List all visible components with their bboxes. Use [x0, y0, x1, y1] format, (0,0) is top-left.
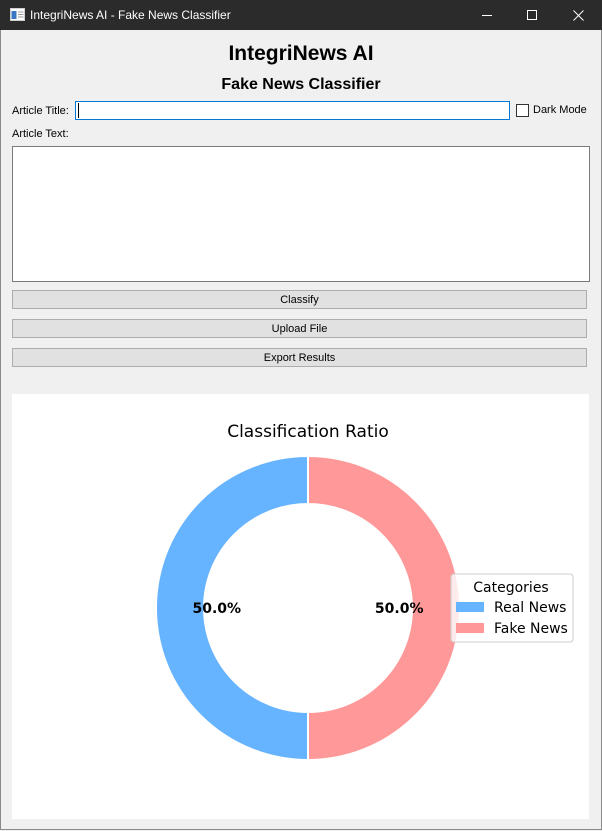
classification-chart: Classification Ratio 50.0% 50.0% Categori… — [155, 422, 574, 762]
chart-legend: Categories Real News Fake News — [450, 573, 574, 643]
export-results-button[interactable]: Export Results — [12, 348, 587, 367]
legend-label: Fake News — [494, 621, 568, 637]
slice-labels: 50.0% 50.0% — [193, 601, 424, 617]
title-bar: IntegriNews AI - Fake News Classifier — [0, 0, 602, 30]
close-icon — [572, 9, 584, 21]
maximize-button[interactable] — [509, 0, 555, 30]
slice-label: 50.0% — [193, 601, 242, 617]
article-text-label: Article Text: — [12, 128, 69, 140]
article-text-area[interactable] — [12, 146, 590, 282]
maximize-icon — [527, 10, 537, 20]
article-title-input[interactable] — [75, 101, 510, 120]
chart-panel: Classification Ratio 50.0% 50.0% Categori… — [12, 394, 589, 819]
dark-mode-checkbox[interactable] — [516, 104, 529, 117]
close-button[interactable] — [555, 0, 601, 30]
legend-label: Real News — [494, 600, 566, 616]
legend-title: Categories — [473, 580, 548, 596]
legend-swatch — [456, 623, 484, 633]
article-title-label: Article Title: — [12, 105, 69, 117]
minimize-icon — [482, 15, 492, 16]
text-caret — [78, 103, 79, 118]
minimize-button[interactable] — [464, 0, 510, 30]
app-title: IntegriNews AI — [228, 42, 374, 65]
app-icon — [10, 8, 25, 21]
classify-button[interactable]: Classify — [12, 290, 587, 309]
app-subtitle: Fake News Classifier — [221, 76, 381, 93]
legend-swatch — [456, 602, 484, 612]
chart-title: Classification Ratio — [227, 422, 389, 442]
dark-mode-label[interactable]: Dark Mode — [533, 104, 587, 116]
upload-file-button[interactable]: Upload File — [12, 319, 587, 338]
window-title: IntegriNews AI - Fake News Classifier — [30, 8, 231, 22]
slice-label: 50.0% — [375, 601, 424, 617]
